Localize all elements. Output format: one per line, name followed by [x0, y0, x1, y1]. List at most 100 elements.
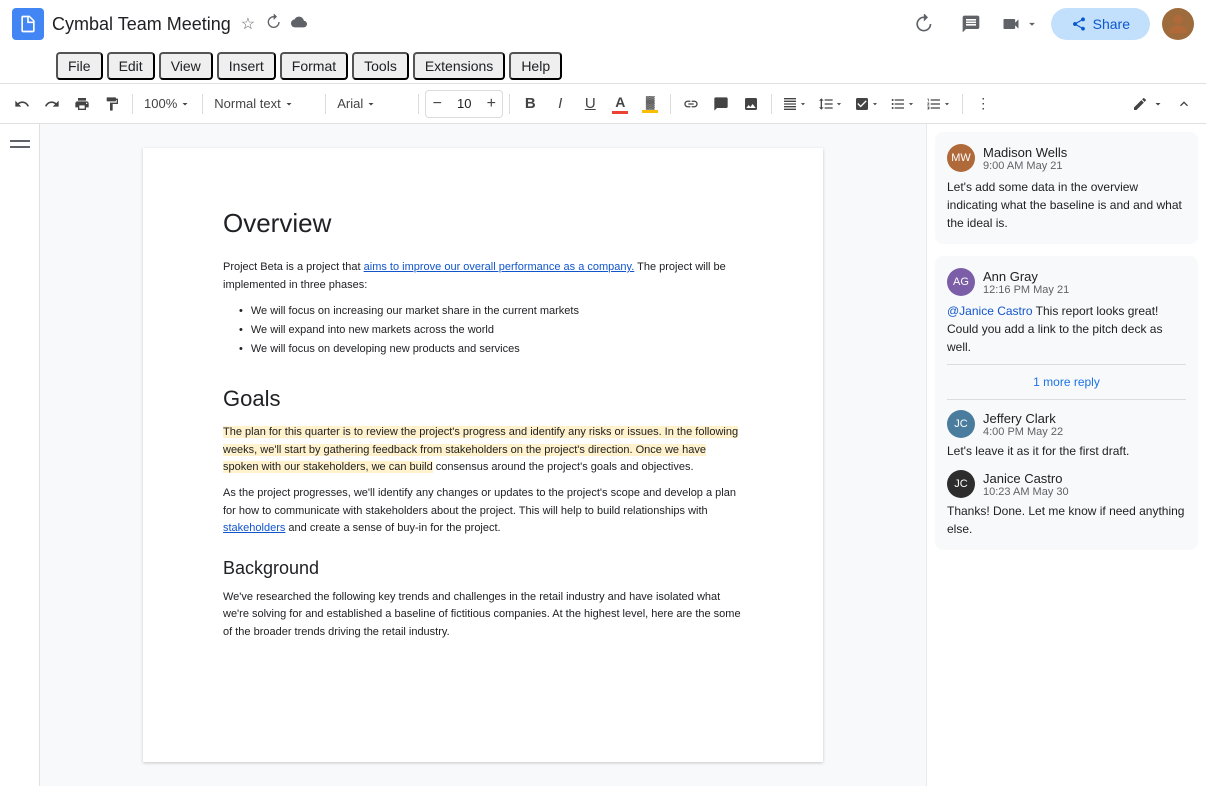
sub-comment-meta-2: Janice Castro 10:23 AM May 30 [983, 471, 1069, 498]
comment-meta-2: Ann Gray 12:16 PM May 21 [983, 269, 1069, 296]
menu-bar: File Edit View Insert Format Tools Exten… [0, 48, 1206, 84]
comment-header-1: MW Madison Wells 9:00 AM May 21 [947, 144, 1186, 172]
comment-divider-2 [947, 399, 1186, 400]
bullet-2: We will expand into new markets across t… [239, 321, 743, 340]
underline-button[interactable]: U [576, 90, 604, 118]
zoom-select[interactable]: 100% [139, 90, 196, 118]
sidebar-line-2 [10, 146, 30, 148]
share-button[interactable]: Share [1051, 8, 1150, 40]
sub-comment-text-2: Thanks! Done. Let me know if need anythi… [947, 502, 1186, 538]
bold-button[interactable]: B [516, 90, 544, 118]
italic-button[interactable]: I [546, 90, 574, 118]
more-options-button[interactable]: ⋮ [969, 90, 997, 118]
sub-comment-header-2: JC Janice Castro 10:23 AM May 30 [947, 470, 1186, 498]
app-icon [12, 8, 44, 40]
para-overview: Project Beta is a project that aims to i… [223, 259, 743, 294]
separator-1 [132, 94, 133, 114]
doc-area: Overview Project Beta is a project that … [40, 124, 926, 786]
image-button[interactable] [737, 90, 765, 118]
doc-page: Overview Project Beta is a project that … [143, 148, 823, 762]
user-avatar[interactable] [1162, 8, 1194, 40]
comment-time-2: 12:16 PM May 21 [983, 284, 1069, 296]
menu-file[interactable]: File [56, 52, 103, 80]
highlight-color-button[interactable]: ▓ [636, 90, 664, 118]
align-button[interactable] [778, 90, 812, 118]
separator-5 [509, 94, 510, 114]
bullets-overview: We will focus on increasing our market s… [239, 302, 743, 358]
cloud-icon [291, 14, 307, 35]
comment-author-2: Ann Gray [983, 269, 1069, 284]
menu-edit[interactable]: Edit [107, 52, 155, 80]
comment-text-2: @Janice Castro This report looks great! … [947, 302, 1186, 356]
menu-tools[interactable]: Tools [352, 52, 409, 80]
main-area: Overview Project Beta is a project that … [0, 124, 1206, 786]
sub-comment-text-1: Let's leave it as it for the first draft… [947, 442, 1186, 460]
separator-6 [670, 94, 671, 114]
sidebar-icon[interactable] [6, 132, 34, 156]
comment-card-2: AG Ann Gray 12:16 PM May 21 @Janice Cast… [935, 256, 1198, 550]
sidebar-line-1 [10, 140, 30, 142]
font-size-decrease[interactable]: − [426, 90, 448, 118]
comment-header-2: AG Ann Gray 12:16 PM May 21 [947, 268, 1186, 296]
font-size-control: − + [425, 90, 503, 118]
comment-divider [947, 364, 1186, 365]
comment-card-1: MW Madison Wells 9:00 AM May 21 Let's ad… [935, 132, 1198, 244]
collapse-toolbar-button[interactable] [1170, 90, 1198, 118]
paint-format-button[interactable] [98, 90, 126, 118]
text-color-button[interactable]: A [606, 90, 634, 118]
star-icon[interactable]: ☆ [241, 14, 255, 35]
editing-mode-button[interactable] [1128, 90, 1168, 118]
menu-insert[interactable]: Insert [217, 52, 276, 80]
comment-button[interactable] [707, 90, 735, 118]
line-spacing-button[interactable] [814, 90, 848, 118]
menu-help[interactable]: Help [509, 52, 562, 80]
title-bar: Cymbal Team Meeting ☆ Share [0, 0, 1206, 48]
comment-time-1: 9:00 AM May 21 [983, 160, 1067, 172]
separator-4 [418, 94, 419, 114]
heading-goals: Goals [223, 386, 743, 412]
para-background: We've researched the following key trend… [223, 589, 743, 642]
undo-button[interactable] [8, 90, 36, 118]
share-label: Share [1093, 16, 1130, 32]
separator-2 [202, 94, 203, 114]
separator-3 [325, 94, 326, 114]
redo-button[interactable] [38, 90, 66, 118]
header-right: Share [905, 6, 1194, 42]
link-button[interactable] [677, 90, 705, 118]
history-icon[interactable] [265, 14, 281, 35]
history-button[interactable] [905, 6, 941, 42]
font-size-increase[interactable]: + [480, 90, 502, 118]
heading-background: Background [223, 558, 743, 579]
sub-comment-2: JC Janice Castro 10:23 AM May 30 Thanks!… [947, 470, 1186, 538]
bullet-3: We will focus on developing new products… [239, 340, 743, 359]
sidebar-toggle[interactable] [0, 124, 40, 786]
para-goals-1: The plan for this quarter is to review t… [223, 424, 743, 477]
sub-comment-author-2: Janice Castro [983, 471, 1069, 486]
sub-comment-avatar-1: JC [947, 410, 975, 438]
comment-author-1: Madison Wells [983, 145, 1067, 160]
bullet-list-button[interactable] [886, 90, 920, 118]
separator-7 [771, 94, 772, 114]
separator-8 [962, 94, 963, 114]
more-replies-button[interactable]: 1 more reply [947, 373, 1186, 391]
linked-text: aims to improve our overall performance … [364, 261, 635, 273]
checklist-button[interactable] [850, 90, 884, 118]
sub-comment-meta-1: Jeffery Clark 4:00 PM May 22 [983, 411, 1063, 438]
comment-meta-1: Madison Wells 9:00 AM May 21 [983, 145, 1067, 172]
comments-panel: MW Madison Wells 9:00 AM May 21 Let's ad… [926, 124, 1206, 786]
comment-mention: @Janice Castro [947, 304, 1033, 318]
sub-comment-author-1: Jeffery Clark [983, 411, 1063, 426]
print-button[interactable] [68, 90, 96, 118]
style-select[interactable]: Normal text [209, 90, 319, 118]
sub-comment-avatar-2: JC [947, 470, 975, 498]
meet-button[interactable] [1001, 14, 1039, 34]
numbered-list-button[interactable] [922, 90, 956, 118]
comments-button[interactable] [953, 6, 989, 42]
menu-view[interactable]: View [159, 52, 213, 80]
menu-extensions[interactable]: Extensions [413, 52, 505, 80]
font-select[interactable]: Arial [332, 90, 412, 118]
font-size-input[interactable] [448, 96, 480, 111]
comment-text-1: Let's add some data in the overview indi… [947, 178, 1186, 232]
highlighted-text-1: The plan for this quarter is to review t… [223, 426, 738, 473]
menu-format[interactable]: Format [280, 52, 348, 80]
